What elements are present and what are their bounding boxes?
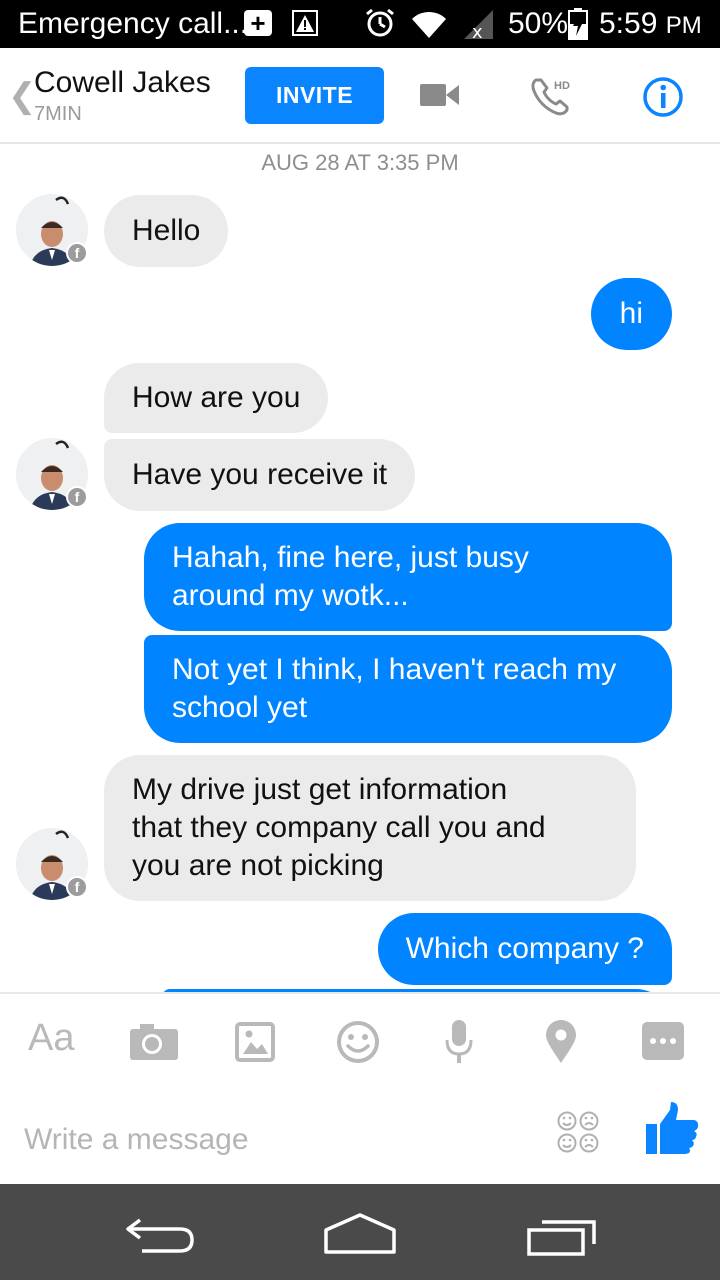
- message-text: How are you: [132, 381, 301, 414]
- thread-timestamp: AUG 28 AT 3:35 PM: [261, 150, 459, 175]
- outgoing-message-bubble[interactable]: Not yet I think, I haven't reach my scho…: [144, 635, 672, 743]
- clock-suffix: PM: [665, 12, 702, 39]
- message-text: Which company ?: [405, 932, 644, 965]
- alarm-icon: [366, 8, 394, 37]
- message-text-line: school yet: [172, 691, 308, 724]
- video-call-icon[interactable]: [420, 82, 460, 108]
- contact-name[interactable]: Cowell Jakes: [34, 66, 211, 100]
- system-navigation-bar: [0, 1184, 720, 1280]
- stickers-icon[interactable]: [556, 1110, 600, 1154]
- message-text-line: Not yet I think, I haven't reach my: [172, 653, 617, 686]
- microphone-icon[interactable]: [444, 1020, 474, 1064]
- message-text-line: Hahah, fine here, just busy: [172, 541, 529, 574]
- message-text-line: you are not picking: [132, 849, 384, 882]
- message-thread[interactable]: AUG 28 AT 3:35 PM f Hello hi How are you: [0, 146, 720, 992]
- warning-icon: [292, 10, 318, 36]
- outgoing-message-bubble[interactable]: hi: [590, 278, 672, 350]
- hd-phone-call-icon[interactable]: HD: [530, 76, 574, 116]
- facebook-badge-icon: f: [66, 486, 88, 508]
- incoming-message-bubble[interactable]: Hello: [104, 195, 229, 267]
- add-icon: +: [244, 10, 272, 36]
- message-text: Have you receive it: [132, 458, 388, 491]
- contact-active-status: 7MIN: [34, 103, 82, 125]
- location-icon[interactable]: [545, 1020, 577, 1064]
- gallery-icon[interactable]: [235, 1022, 275, 1062]
- recent-apps-icon[interactable]: [526, 1216, 598, 1256]
- clock: 5:59 PM: [599, 6, 702, 44]
- hd-badge: HD: [554, 80, 570, 92]
- camera-icon[interactable]: [130, 1024, 178, 1060]
- svg-text:x: x: [472, 22, 483, 40]
- message-input[interactable]: [24, 1118, 524, 1162]
- incoming-message-bubble[interactable]: How are you: [104, 363, 329, 433]
- message-text: hi: [619, 297, 643, 330]
- back-icon[interactable]: [124, 1214, 196, 1254]
- message-text-line: around my wotk...: [172, 579, 409, 612]
- more-options-icon[interactable]: [642, 1022, 684, 1060]
- wifi-icon: [412, 11, 446, 38]
- incoming-message-bubble[interactable]: My drive just get information that they …: [104, 755, 636, 901]
- text-format-icon[interactable]: Aa: [28, 1016, 74, 1060]
- back-chevron-icon[interactable]: ❮: [8, 76, 37, 116]
- notification-title: Emergency call...: [18, 7, 249, 40]
- info-icon[interactable]: [642, 76, 684, 118]
- thumbs-up-icon[interactable]: [644, 1100, 700, 1156]
- facebook-badge-icon: f: [66, 242, 88, 264]
- outgoing-message-bubble[interactable]: Which company ?: [377, 913, 672, 985]
- signal-icon: x: [464, 10, 493, 40]
- message-text-line: that they company call you and: [132, 811, 546, 844]
- status-bar: Emergency call... + x 50% 5:59 PM: [0, 0, 720, 48]
- home-icon[interactable]: [322, 1212, 398, 1254]
- battery-percent: 50%: [508, 7, 569, 40]
- outgoing-message-bubble[interactable]: Hahah, fine here, just busy around my wo…: [144, 523, 672, 631]
- message-composer: Aa: [0, 992, 720, 1184]
- contact-avatar[interactable]: f: [16, 828, 88, 900]
- emoji-icon[interactable]: [336, 1020, 380, 1064]
- clock-time: 5:59: [599, 7, 658, 40]
- facebook-badge-icon: f: [66, 876, 88, 898]
- incoming-message-bubble[interactable]: Have you receive it: [104, 439, 416, 511]
- battery-charging-icon: [568, 8, 588, 40]
- invite-button[interactable]: INVITE: [245, 67, 384, 124]
- message-text-line: My drive just get information: [132, 773, 508, 806]
- contact-avatar[interactable]: f: [16, 438, 88, 510]
- contact-avatar[interactable]: f: [16, 194, 88, 266]
- message-text: Hello: [132, 214, 201, 247]
- conversation-header: ❮ Cowell Jakes 7MIN INVITE HD: [0, 48, 720, 144]
